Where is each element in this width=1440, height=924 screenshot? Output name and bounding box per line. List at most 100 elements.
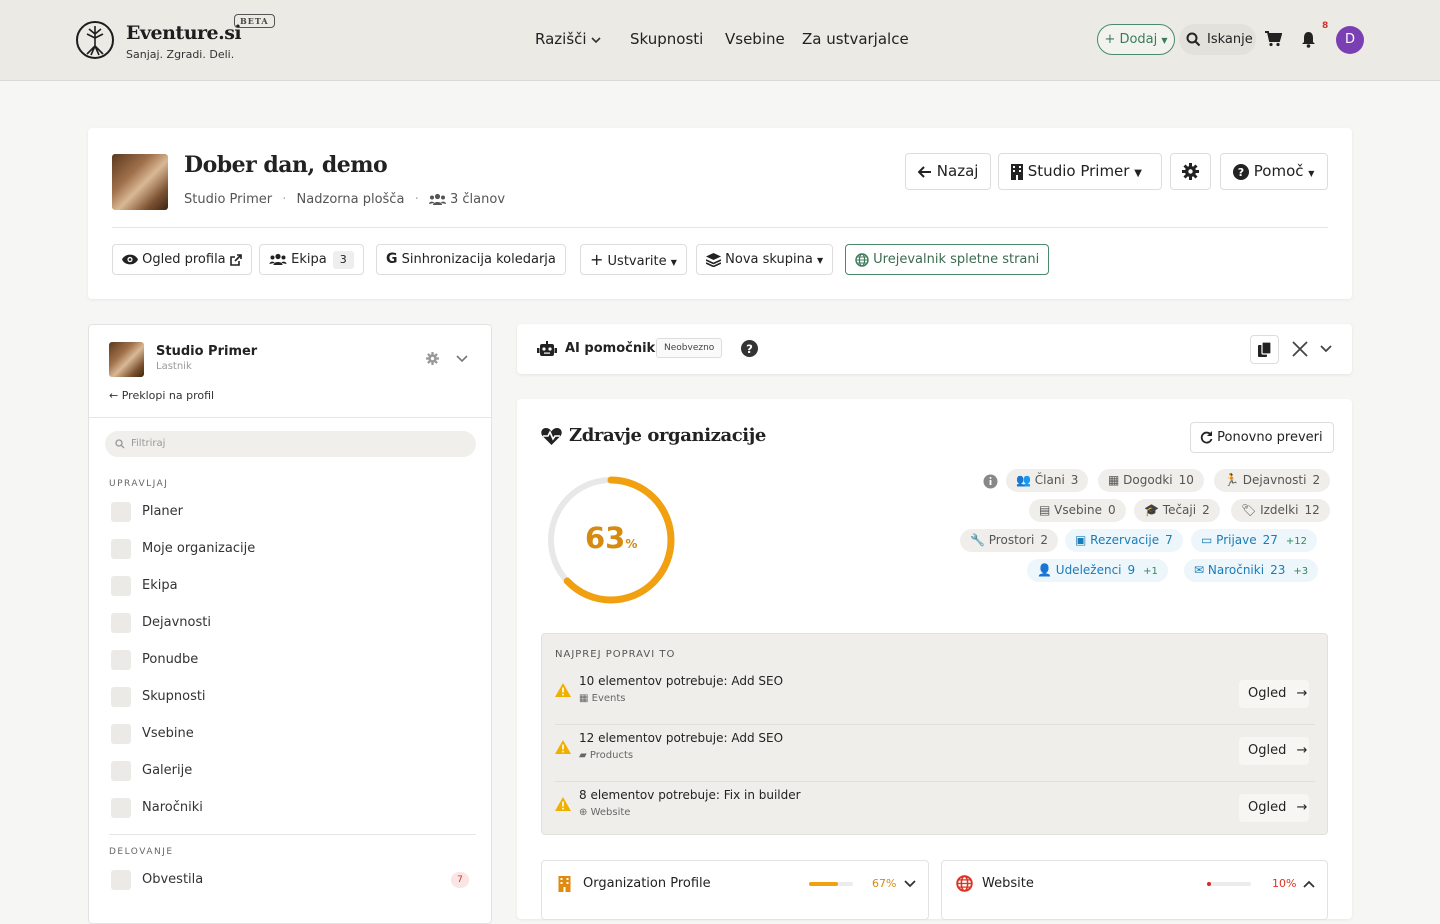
close-icon[interactable]	[1292, 341, 1308, 357]
calendar-sync-label: Sinhronizacija koledarja	[401, 252, 556, 267]
org-name[interactable]: Studio Primer	[184, 192, 272, 207]
dashboard-header-card: Dober dan, demo Studio Primer · Nadzorna…	[88, 128, 1352, 299]
nav-contents[interactable]: Vsebine	[725, 30, 785, 48]
org-profile-card[interactable]: Organization Profile 67%	[541, 860, 929, 920]
eye-icon	[122, 254, 138, 265]
stat-label: Prostori	[988, 533, 1035, 547]
calendar-sync-button[interactable]: G Sinhronizacija koledarja	[376, 244, 566, 275]
add-dropdown-button[interactable]: + Dodaj ▼	[1097, 24, 1175, 55]
view-profile-button[interactable]: Ogled profila	[112, 244, 252, 275]
ticket-icon: ▭	[1201, 533, 1213, 547]
refresh-icon	[1200, 431, 1213, 444]
stat-delta: +1	[1143, 566, 1158, 577]
user-avatar[interactable]: D	[1336, 26, 1364, 54]
stat-courses[interactable]: 🎓 Tečaji 2	[1134, 499, 1220, 522]
stat-activities[interactable]: 🏃 Dejavnosti 2	[1214, 469, 1331, 492]
gear-icon[interactable]	[426, 352, 439, 365]
stat-members[interactable]: 👥 Člani 3	[1006, 469, 1089, 492]
stat-venues[interactable]: 🔧 Prostori 2	[960, 529, 1059, 552]
chevron-down-icon[interactable]	[1320, 345, 1332, 353]
sidebar-item-offers[interactable]: Ponudbe	[111, 649, 471, 671]
member-count: 3 članov	[450, 192, 506, 207]
team-count-badge: 3	[332, 251, 354, 269]
fix-item: 12 elementov potrebuje: Add SEO ▰ Produc…	[555, 725, 1315, 782]
sidebar-item-organizations[interactable]: Moje organizacije	[111, 538, 471, 560]
chevron-up-icon	[1303, 880, 1315, 888]
filter-input[interactable]: Filtriraj	[105, 431, 476, 457]
fix-item-category: ▦ Events	[579, 693, 626, 704]
new-group-dropdown[interactable]: Nova skupina ▼	[696, 244, 834, 275]
settings-button[interactable]	[1170, 153, 1211, 190]
switch-to-profile-link[interactable]: ← Preklopi na profil	[109, 389, 214, 402]
org-select-dropdown[interactable]: Studio Primer ▼	[998, 153, 1162, 190]
calendar-icon: ▦	[1108, 473, 1120, 487]
nav-creators[interactable]: Za ustvarjalce	[802, 30, 909, 48]
info-circle-icon[interactable]	[983, 474, 998, 489]
health-score-value: 63%	[585, 521, 637, 555]
google-icon: G	[386, 251, 398, 267]
caret-down-icon: ▼	[1308, 169, 1315, 178]
tag-icon	[111, 650, 131, 670]
sidebar-item-contents[interactable]: Vsebine	[111, 723, 471, 745]
sidebar-item-activities[interactable]: Dejavnosti	[111, 612, 471, 634]
warning-icon	[555, 683, 571, 697]
team-label: Ekipa	[291, 252, 327, 267]
brand-name[interactable]: Eventure.si	[126, 22, 242, 44]
sidebar-item-label: Obvestila	[142, 872, 204, 887]
question-circle-icon[interactable]: ?	[741, 340, 758, 357]
calendar-icon	[111, 502, 131, 522]
stat-label: Člani	[1034, 473, 1065, 487]
nav-explore[interactable]: Razišči	[535, 30, 601, 48]
sidebar-item-team[interactable]: Ekipa	[111, 575, 471, 597]
sidebar-item-notifications[interactable]: Obvestila 7	[111, 869, 471, 891]
nav-explore-label: Razišči	[535, 30, 587, 48]
switch-to-profile-label: Preklopi na profil	[121, 389, 215, 402]
team-button[interactable]: Ekipa 3	[259, 244, 364, 275]
fix-item-category-label: Products	[589, 750, 634, 761]
stat-products[interactable]: 🏷 Izdelki 12	[1231, 499, 1330, 522]
bell-icon[interactable]	[1301, 31, 1316, 48]
back-button[interactable]: Nazaj	[905, 153, 992, 190]
copy-button[interactable]	[1250, 335, 1279, 364]
sidebar-item-planer[interactable]: Planer	[111, 501, 471, 523]
website-progress-fill	[1207, 882, 1212, 886]
stat-subscribers[interactable]: ✉ Naročniki 23 +3	[1184, 559, 1319, 582]
sidebar: Studio Primer Lastnik ← Preklopi na prof…	[88, 324, 492, 924]
copy-icon	[1258, 341, 1272, 357]
sidebar-item-galleries[interactable]: Galerije	[111, 760, 471, 782]
chevron-down-icon	[591, 36, 601, 43]
stat-events[interactable]: ▦ Dogodki 10	[1098, 469, 1204, 492]
stat-contents[interactable]: ▤ Vsebine 0	[1029, 499, 1126, 522]
view-fix-button[interactable]: Ogled →	[1239, 794, 1309, 822]
create-dropdown[interactable]: + Ustvarite ▼	[580, 244, 687, 275]
fix-item: 8 elementov potrebuje: Fix in builder ⊕ …	[555, 782, 1315, 839]
org-profile-progress	[809, 882, 853, 886]
sidebar-item-communities[interactable]: Skupnosti	[111, 686, 471, 708]
ai-assistant-bar[interactable]: AI pomočnik Neobvezno ?	[517, 324, 1352, 374]
help-dropdown[interactable]: ? Pomoč ▼	[1220, 153, 1328, 190]
chevron-down-icon[interactable]	[456, 355, 468, 363]
create-label: Ustvarite	[607, 254, 667, 269]
org-profile-title: Organization Profile	[583, 876, 711, 891]
cart-icon[interactable]	[1265, 31, 1282, 47]
users-icon	[269, 253, 287, 265]
stat-attendees[interactable]: 👤 Udeleženci 9 +1	[1027, 559, 1168, 582]
view-fix-button[interactable]: Ogled →	[1239, 680, 1309, 708]
recheck-button[interactable]: Ponovno preveri	[1190, 422, 1334, 453]
nav-communities[interactable]: Skupnosti	[630, 30, 703, 48]
view-fix-button[interactable]: Ogled →	[1239, 737, 1309, 765]
stat-value: 2	[1312, 473, 1321, 487]
shopping-bag-icon: ▰	[579, 750, 587, 761]
stat-value: 9	[1127, 563, 1136, 577]
website-card[interactable]: Website 10%	[941, 860, 1328, 920]
divider	[89, 417, 491, 418]
health-title: Zdravje organizacije	[569, 425, 766, 446]
stat-reservations[interactable]: ▣ Rezervacije 7	[1065, 529, 1183, 552]
external-link-icon	[229, 253, 242, 266]
sidebar-item-subscribers[interactable]: Naročniki	[111, 797, 471, 819]
search-button[interactable]: Iskanje	[1179, 24, 1256, 55]
sidebar-item-label: Planer	[142, 504, 183, 519]
tree-logo-icon[interactable]	[75, 20, 115, 60]
website-editor-button[interactable]: Urejevalnik spletne strani	[845, 244, 1050, 275]
stat-registrations[interactable]: ▭ Prijave 27 +12	[1191, 529, 1318, 552]
